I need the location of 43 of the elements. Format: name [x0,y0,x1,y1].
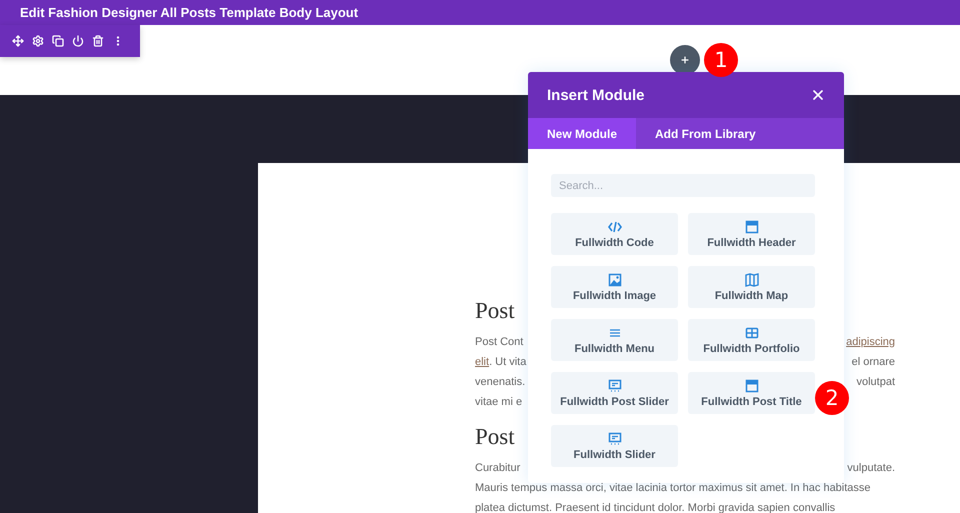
map-icon [744,272,758,286]
module-button[interactable]: Fullwidth Image [551,266,678,308]
module-button[interactable]: Fullwidth Post Title [688,372,815,414]
paragraph-text: el ornare [852,355,895,370]
module-button[interactable]: Fullwidth Header [688,213,815,255]
module-button[interactable]: Fullwidth Code [551,213,678,255]
module-button[interactable]: Fullwidth Slider [551,425,678,467]
settings-icon[interactable] [32,35,44,47]
paragraph-text: vitae mi e [475,395,522,410]
power-icon[interactable] [72,35,84,47]
paragraph-text: vulputate. [847,461,895,476]
paragraph-text: platea dictumst. Praesent id tincidunt dolor. Morbi gravida sapien convallis [475,501,836,513]
search-field[interactable]: Search... [551,174,815,197]
post-heading: Post [475,423,515,451]
paragraph-text: venenatis. [475,375,526,390]
grid-icon [744,326,758,340]
text-link[interactable]: elit [475,356,490,368]
trash-icon[interactable] [92,35,104,47]
paragraph-text: Curabitur [475,461,520,476]
paragraph-text: Mauris tempus massa orci, vitae lacinia tortor maximus sit amet. In hac habitasse [475,481,871,496]
module-button[interactable]: Fullwidth Post Slider [551,372,678,414]
code-icon [608,220,622,234]
window-icon [744,220,758,234]
dialog-tab[interactable]: Add From Library [636,118,775,149]
window-icon [744,378,758,392]
slider-icon [608,378,622,392]
dialog-tab[interactable]: New Module [528,118,636,149]
module-button[interactable]: Fullwidth Portfolio [688,319,815,361]
post-heading: Post [475,297,515,325]
module-button[interactable]: Fullwidth Map [688,266,815,308]
paragraph-text: volutpat [856,375,895,390]
module-button[interactable]: Fullwidth Menu [551,319,678,361]
text-link[interactable]: adipiscing [846,332,895,352]
image-icon [608,272,622,286]
slider-icon [608,432,622,446]
paragraph-text: elit. Ut vita [475,355,526,370]
plus-icon [680,55,690,65]
close-button[interactable] [810,87,826,103]
page-title: Edit Fashion Designer All Posts Template Body Layout [20,5,358,20]
move-icon[interactable] [12,35,24,47]
dialog-title: Insert Module [547,86,645,104]
duplicate-icon[interactable] [52,35,64,47]
paragraph-text: Post Cont [475,335,524,350]
